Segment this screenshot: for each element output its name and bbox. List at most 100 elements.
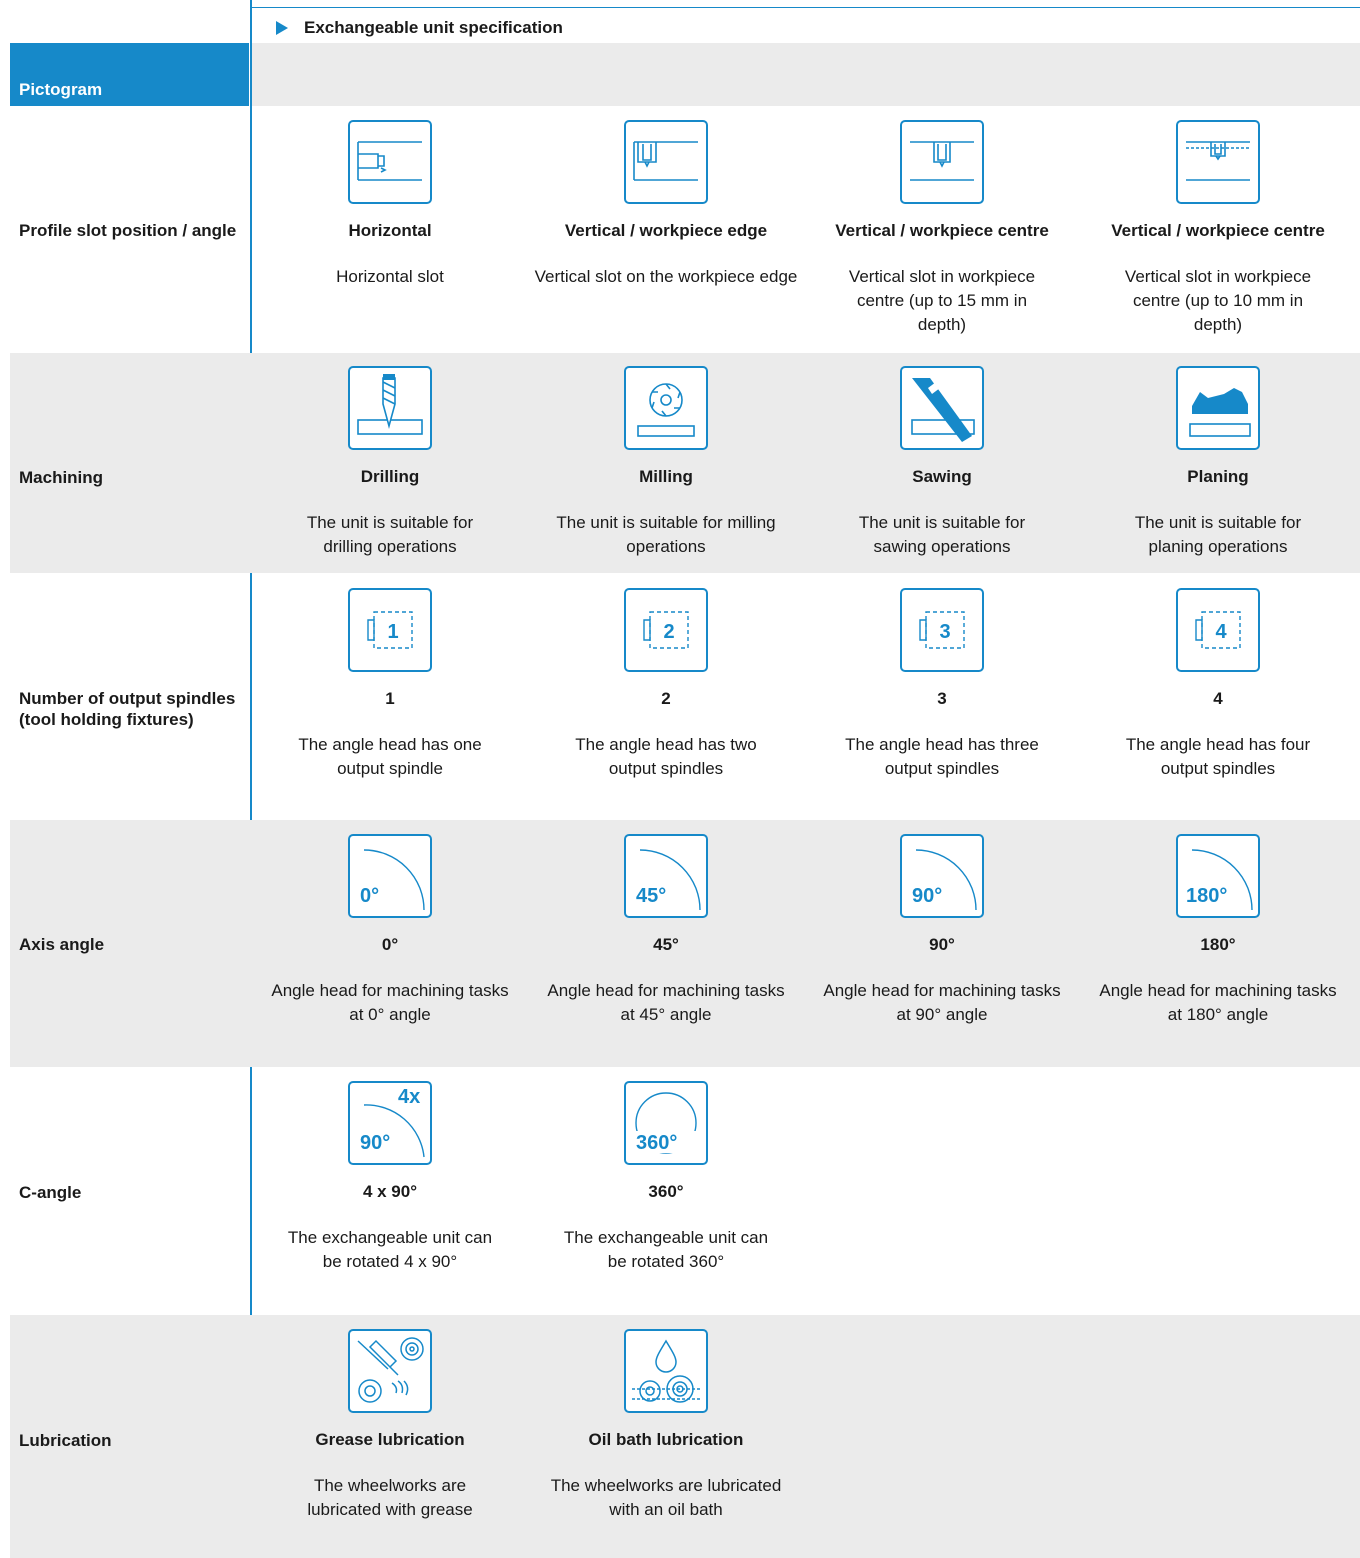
item-desc: The unit is suitable for drilling operat… [306, 513, 474, 556]
saw-icon [900, 366, 984, 450]
vertical-centre-slot-icon [900, 120, 984, 204]
row-label-lubrication: Lubrication [19, 1431, 112, 1450]
item-desc: Vertical slot in workpiece centre (up to… [848, 267, 1036, 334]
cell-axis-90: 90° 90° Angle head for machining tasks a… [807, 834, 1077, 1027]
svg-text:3: 3 [939, 621, 950, 643]
rotate-4x90-icon: 4x 90° [348, 1081, 432, 1165]
header-rule [250, 7, 1360, 8]
item-desc: The unit is suitable for milling operati… [556, 513, 776, 556]
item-desc: The exchangeable unit can be rotated 4 x… [287, 1228, 493, 1271]
cell-vertical-centre-15: Vertical / workpiece centre Vertical slo… [807, 120, 1077, 337]
item-title: 1 [385, 689, 395, 708]
spindle-3-icon: 3 [900, 588, 984, 672]
spindle-2-icon: 2 [624, 588, 708, 672]
item-title: Grease lubrication [315, 1430, 465, 1449]
horizontal-slot-icon [348, 120, 432, 204]
cell-cangle-4x90: 4x 90° 4 x 90° The exchangeable unit can… [255, 1081, 525, 1274]
item-title: 4 [1213, 689, 1223, 708]
item-title: Oil bath lubrication [588, 1430, 744, 1449]
item-title: 180° [1200, 935, 1236, 954]
svg-text:90°: 90° [912, 885, 942, 907]
drill-icon [348, 366, 432, 450]
svg-text:90°: 90° [360, 1132, 390, 1154]
spindle-4-icon: 4 [1176, 588, 1260, 672]
spindle-1-icon: 1 [348, 588, 432, 672]
svg-text:45°: 45° [636, 885, 666, 907]
item-title: Sawing [912, 467, 972, 486]
triangle-bullet-icon [276, 21, 288, 35]
pictogram-label: Pictogram [19, 80, 103, 99]
item-desc: Angle head for machining tasks at 180° a… [1099, 981, 1337, 1024]
cell-axis-180: 180° 180° Angle head for machining tasks… [1083, 834, 1353, 1027]
plane-icon [1176, 366, 1260, 450]
item-title: Planing [1187, 467, 1249, 486]
pictogram-band [252, 43, 1360, 106]
vertical-centre-shallow-slot-icon [1176, 120, 1260, 204]
angle-180-icon: 180° [1176, 834, 1260, 918]
item-title: Milling [639, 467, 693, 486]
section-header: Exchangeable unit specification [276, 18, 563, 38]
item-desc: The unit is suitable for planing operati… [1134, 513, 1302, 556]
svg-text:1: 1 [387, 621, 398, 643]
row-label-axis: Axis angle [19, 935, 105, 954]
item-desc: The angle head has four output spindles [1125, 735, 1311, 778]
item-title: Vertical / workpiece centre [835, 221, 1049, 240]
item-desc: The unit is suitable for sawing operatio… [858, 513, 1026, 556]
cell-grease: Grease lubrication The wheelworks are lu… [255, 1329, 525, 1522]
grease-gun-icon [348, 1329, 432, 1413]
item-desc: Angle head for machining tasks at 45° an… [547, 981, 785, 1024]
cell-spindle-3: 3 3 The angle head has three output spin… [807, 588, 1077, 781]
item-title: 45° [653, 935, 679, 954]
cell-sawing: Sawing The unit is suitable for sawing o… [807, 366, 1077, 559]
item-title: 2 [661, 689, 671, 708]
item-desc: The wheelworks are lubricated with greas… [307, 1476, 473, 1519]
angle-0-icon: 0° [348, 834, 432, 918]
item-title: 360° [648, 1182, 684, 1201]
item-desc: Vertical slot on the workpiece edge [534, 267, 798, 286]
item-desc: Angle head for machining tasks at 90° an… [823, 981, 1061, 1024]
section-title: Exchangeable unit specification [304, 18, 563, 37]
item-title: Vertical / workpiece centre [1111, 221, 1325, 240]
cell-axis-0: 0° 0° Angle head for machining tasks at … [255, 834, 525, 1027]
svg-text:180°: 180° [1186, 885, 1227, 907]
item-title: 4 x 90° [362, 1182, 418, 1201]
item-desc: Angle head for machining tasks at 0° ang… [271, 981, 509, 1024]
cell-vertical-edge: Vertical / workpiece edge Vertical slot … [531, 120, 801, 289]
row-label-spindles: Number of output spindles (tool holding … [19, 689, 236, 729]
item-title: 90° [929, 935, 955, 954]
cell-oil-bath: Oil bath lubrication The wheelworks are … [531, 1329, 801, 1522]
svg-text:0°: 0° [360, 885, 379, 907]
cell-spindle-2: 2 2 The angle head has two output spindl… [531, 588, 801, 781]
svg-text:2: 2 [663, 621, 674, 643]
vertical-edge-slot-icon [624, 120, 708, 204]
item-title: Horizontal [348, 221, 432, 240]
item-desc: The wheelworks are lubricated with an oi… [550, 1476, 782, 1519]
item-desc: The exchangeable unit can be rotated 360… [563, 1228, 769, 1271]
item-desc: The angle head has three output spindles [845, 735, 1039, 778]
cell-cangle-360: 360° 360° The exchangeable unit can be r… [531, 1081, 801, 1274]
angle-90-icon: 90° [900, 834, 984, 918]
milling-cutter-icon [624, 366, 708, 450]
pictogram-label-cell: Pictogram [10, 43, 249, 106]
oil-drop-icon [624, 1329, 708, 1413]
item-title: 0° [381, 935, 399, 954]
cell-spindle-1: 1 1 The angle head has one output spindl… [255, 588, 525, 781]
cell-vertical-centre-10: Vertical / workpiece centre Vertical slo… [1083, 120, 1353, 337]
cell-milling: Milling The unit is suitable for milling… [531, 366, 801, 559]
svg-text:4x: 4x [398, 1086, 420, 1108]
row-label-machining: Machining [19, 468, 104, 487]
item-desc: Vertical slot in workpiece centre (up to… [1124, 267, 1312, 334]
cell-spindle-4: 4 4 The angle head has four output spind… [1083, 588, 1353, 781]
item-title: Drilling [360, 467, 420, 486]
svg-text:360°: 360° [636, 1132, 677, 1154]
item-title: 3 [937, 689, 947, 708]
angle-45-icon: 45° [624, 834, 708, 918]
item-desc: The angle head has two output spindles [575, 735, 757, 778]
svg-text:4: 4 [1215, 621, 1227, 643]
row-label-cangle: C-angle [19, 1183, 82, 1202]
cell-axis-45: 45° 45° Angle head for machining tasks a… [531, 834, 801, 1027]
item-desc: The angle head has one output spindle [298, 735, 482, 778]
row-label-profile: Profile slot position / angle [19, 221, 237, 240]
cell-horizontal: Horizontal Horizontal slot [255, 120, 525, 289]
cell-drilling: Drilling The unit is suitable for drilli… [255, 366, 525, 559]
